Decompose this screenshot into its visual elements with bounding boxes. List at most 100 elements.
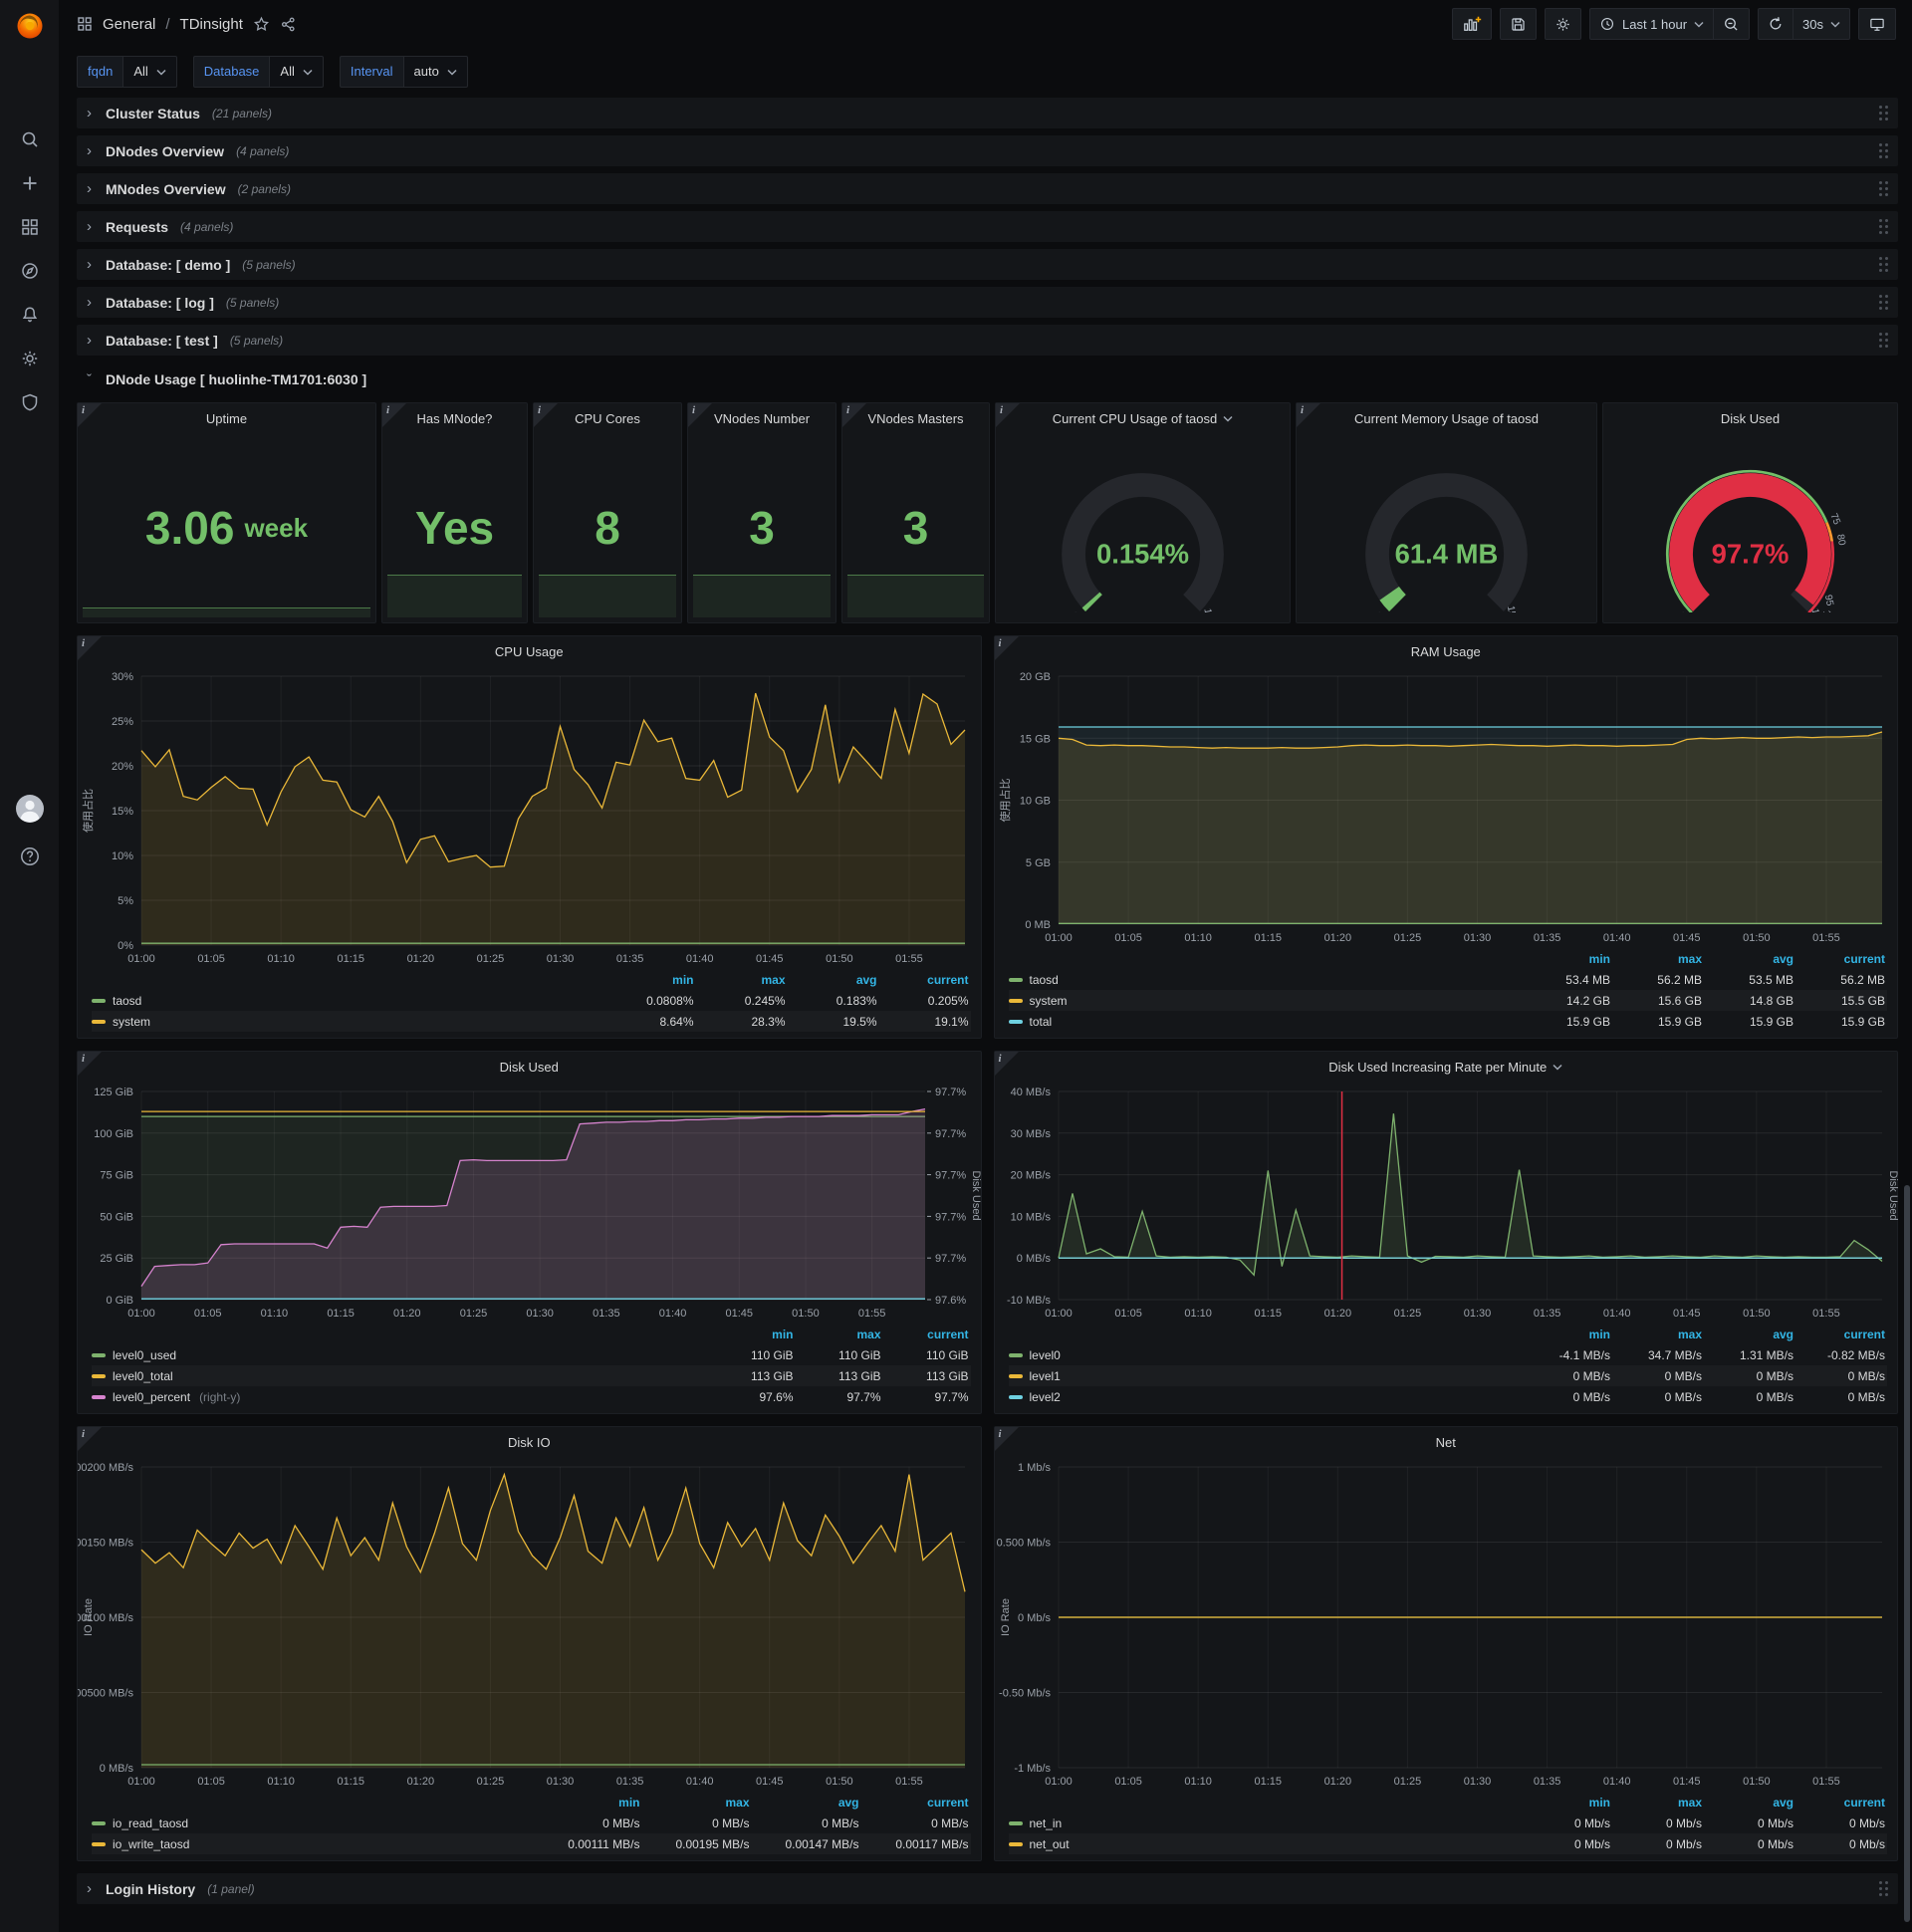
legend-series-toggle[interactable]: system [1008,994,1068,1008]
legend-series-toggle[interactable]: level0_total [92,1369,173,1383]
legend-series-toggle[interactable]: net_in [1008,1816,1062,1830]
add-panel-button[interactable] [1451,8,1492,40]
legend-column-header[interactable]: current [881,1328,968,1341]
panel-title[interactable]: RAM Usage [995,636,1898,666]
server-admin-shield-icon[interactable] [0,380,59,424]
row-drag-handle[interactable] [1879,181,1888,196]
panel-info-icon[interactable]: i [994,1427,1019,1451]
legend-column-header[interactable]: min [706,1328,793,1341]
row-cluster-status[interactable]: › Cluster Status (21 panels) [77,98,1898,128]
panel-info-icon[interactable]: i [994,1052,1019,1076]
row-drag-handle[interactable] [1879,1881,1888,1896]
explore-compass-icon[interactable] [0,249,59,293]
row-mnodes-overview[interactable]: › MNodes Overview (2 panels) [77,173,1898,204]
panel-info-icon[interactable]: i [994,636,1019,660]
legend-series-toggle[interactable]: level0 [1008,1348,1061,1362]
row-database-log[interactable]: › Database: [ log ] (5 panels) [77,287,1898,318]
share-icon[interactable] [280,16,297,33]
legend-series-toggle[interactable]: total [1008,1015,1052,1029]
panel-title[interactable]: Uptime [78,403,375,433]
panel-info-icon[interactable]: i [842,403,866,427]
star-icon[interactable] [253,16,270,33]
legend-column-header[interactable]: min [602,973,693,987]
legend-column-header[interactable]: max [694,973,785,987]
refresh-interval-picker[interactable]: 30s [1792,8,1850,40]
row-drag-handle[interactable] [1879,333,1888,348]
legend-column-header[interactable]: current [1793,1796,1885,1810]
panel-title[interactable]: CPU Usage [78,636,981,666]
row-drag-handle[interactable] [1879,143,1888,158]
legend-column-header[interactable]: avg [1702,952,1793,966]
panel-title[interactable]: Current CPU Usage of taosd [996,403,1290,433]
panel-title[interactable]: Current Memory Usage of taosd [1297,403,1596,433]
legend-column-header[interactable]: max [1610,952,1702,966]
legend-series-toggle[interactable]: io_read_taosd [92,1816,188,1830]
legend-column-header[interactable]: max [794,1328,880,1341]
legend-column-header[interactable]: min [531,1796,639,1810]
legend-column-header[interactable]: current [1793,1328,1885,1341]
row-drag-handle[interactable] [1879,219,1888,234]
legend-column-header[interactable]: current [877,973,968,987]
panel-info-icon[interactable]: i [78,636,102,660]
chart-plot-net[interactable]: 01:00 01:05 01:10 01:15 01:20 01:25 01:30 01:35… [995,1457,1898,1792]
variable-value-dropdown[interactable]: All [269,56,324,88]
legend-series-toggle[interactable]: level0_used [92,1348,176,1362]
configuration-gear-icon[interactable] [0,337,59,380]
legend-column-header[interactable]: avg [1702,1328,1793,1341]
legend-series-toggle[interactable]: level2 [1008,1390,1061,1404]
legend-series-toggle[interactable]: io_write_taosd [92,1837,189,1851]
panel-info-icon[interactable]: i [381,403,406,427]
chart-plot-disk-io[interactable]: 01:00 01:05 01:10 01:15 01:20 01:25 01:30 01:35… [78,1457,981,1792]
zoom-out-time-button[interactable] [1713,8,1751,40]
legend-series-toggle[interactable]: system [92,1015,150,1029]
breadcrumb-section[interactable]: General [103,16,155,33]
variable-value-dropdown[interactable]: All [122,56,177,88]
panel-info-icon[interactable]: i [996,403,1021,427]
alerting-bell-icon[interactable] [0,293,59,337]
variable-value-dropdown[interactable]: auto [402,56,468,88]
row-drag-handle[interactable] [1879,295,1888,310]
chart-plot-cpu-usage[interactable]: 01:00 01:05 01:10 01:15 01:20 01:25 01:30 01:35… [78,666,981,969]
panel-info-icon[interactable]: i [1297,403,1321,427]
grafana-logo[interactable] [0,0,59,52]
page-scrollbar[interactable] [1904,1185,1910,1922]
legend-series-toggle[interactable]: level0_percent (right-y) [92,1390,240,1404]
panel-title[interactable]: Disk Used [78,1052,981,1082]
panel-info-icon[interactable]: i [688,403,712,427]
row-dnode-usage[interactable]: ˇ DNode Usage [ huolinhe-TM1701:6030 ] [77,362,1898,396]
panel-title[interactable]: Disk Used Increasing Rate per Minute [995,1052,1898,1082]
panel-title[interactable]: Net [995,1427,1898,1457]
legend-series-toggle[interactable]: level1 [1008,1369,1061,1383]
panel-info-icon[interactable]: i [78,1427,102,1451]
dashboards-icon[interactable] [0,205,59,249]
panel-info-icon[interactable]: i [534,403,558,427]
legend-column-header[interactable]: avg [750,1796,859,1810]
legend-series-toggle[interactable]: taosd [92,994,141,1008]
legend-column-header[interactable]: current [1793,952,1885,966]
row-login-history[interactable]: › Login History (1 panel) [77,1873,1898,1904]
panel-title[interactable]: Disk Used [1603,403,1897,433]
legend-series-toggle[interactable]: taosd [1008,973,1059,987]
panel-info-icon[interactable]: i [78,403,102,427]
legend-column-header[interactable]: max [640,1796,749,1810]
legend-column-header[interactable]: avg [786,973,877,987]
row-database-test[interactable]: › Database: [ test ] (5 panels) [77,325,1898,356]
kiosk-mode-button[interactable] [1858,8,1896,40]
chart-plot-ram-usage[interactable]: 01:00 01:05 01:10 01:15 01:20 01:25 01:30 01:35… [995,666,1898,948]
legend-column-header[interactable]: min [1519,1796,1610,1810]
time-range-picker[interactable]: Last 1 hour [1588,8,1715,40]
search-icon[interactable] [0,118,59,161]
legend-column-header[interactable]: min [1519,952,1610,966]
legend-column-header[interactable]: max [1610,1796,1702,1810]
refresh-button[interactable] [1758,8,1794,40]
panel-info-icon[interactable]: i [78,1052,102,1076]
row-drag-handle[interactable] [1879,106,1888,121]
row-drag-handle[interactable] [1879,257,1888,272]
legend-column-header[interactable]: current [859,1796,968,1810]
legend-series-toggle[interactable]: net_out [1008,1837,1070,1851]
breadcrumb-page-title[interactable]: TDinsight [180,16,243,33]
chart-plot-disk-rate[interactable]: 01:00 01:05 01:10 01:15 01:20 01:25 01:30 01:35… [995,1082,1897,1324]
row-requests[interactable]: › Requests (4 panels) [77,211,1898,242]
dashboard-settings-button[interactable] [1544,8,1581,40]
legend-column-header[interactable]: min [1519,1328,1610,1341]
